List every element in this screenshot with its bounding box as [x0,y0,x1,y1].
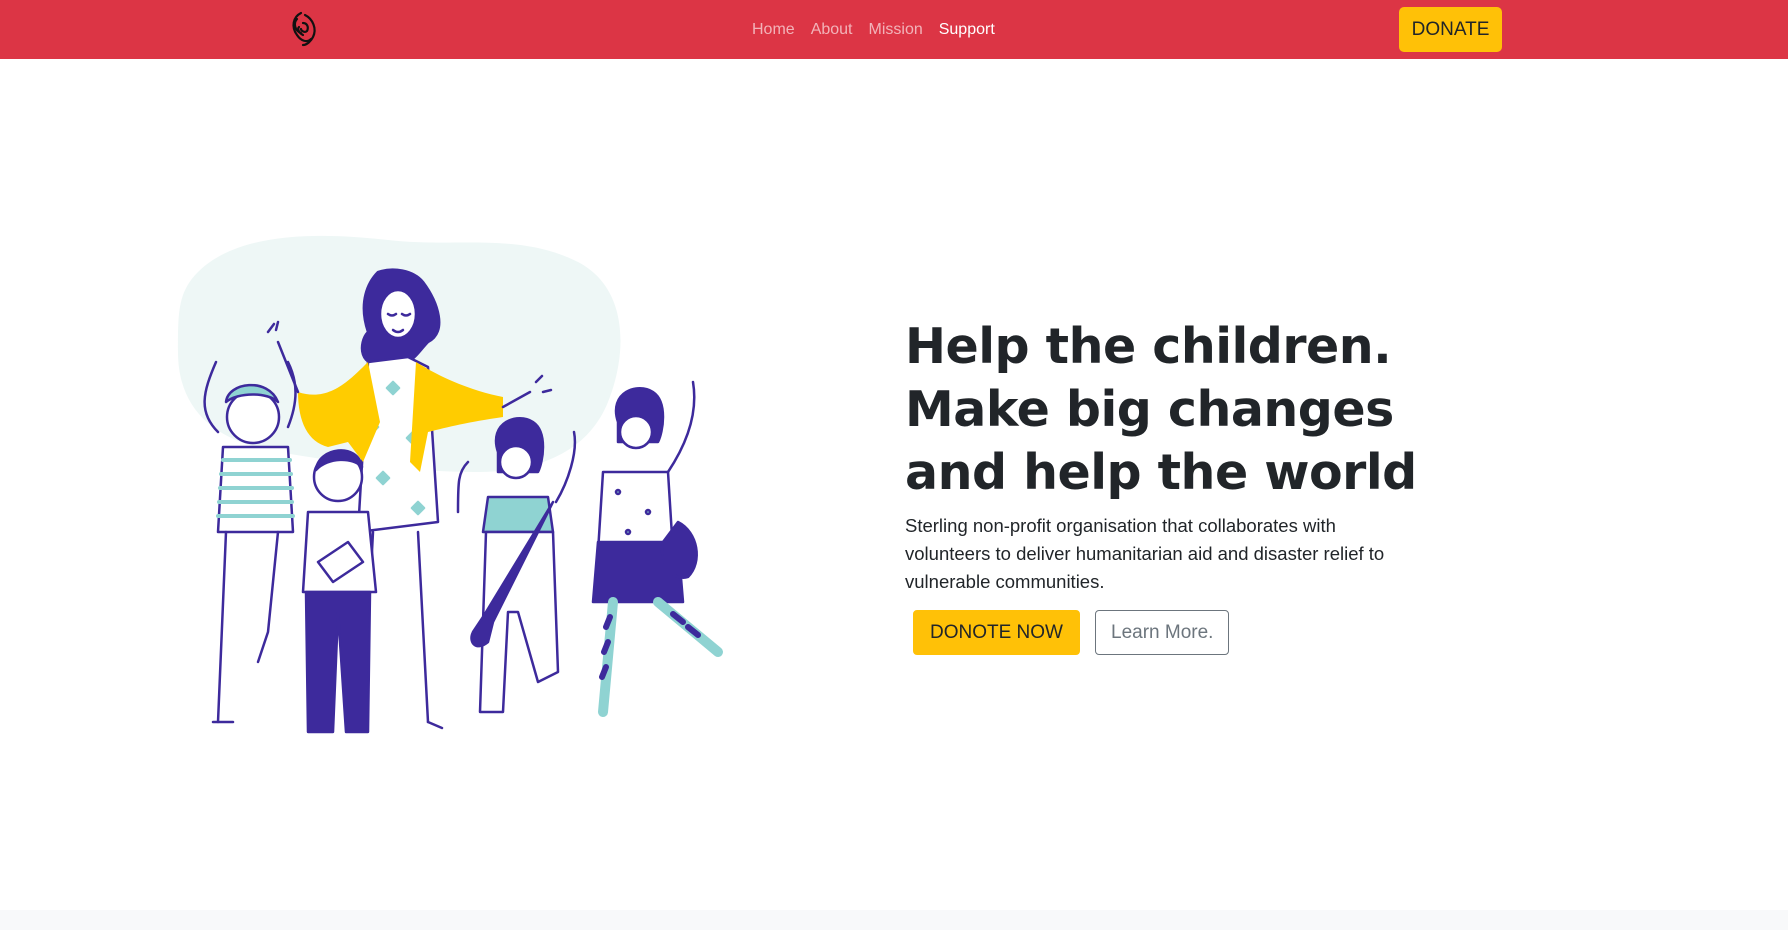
hero-section: Help the children. Make big changes and … [905,315,1417,596]
nav-support-link[interactable]: Support [931,21,1003,39]
hero-title: Help the children. Make big changes and … [905,315,1417,504]
hero-title-line-3: and help the world [905,444,1417,501]
donate-button[interactable]: DONATE [1399,7,1502,52]
hero-actions: DONOTE NOW Learn More. [913,610,1230,655]
footer-strip [0,910,1788,930]
donate-now-button[interactable]: DONOTE NOW [913,610,1080,655]
hero-description: Sterling non-profit organisation that co… [905,515,1385,592]
hands-heart-logo-icon[interactable] [287,9,321,49]
nav-home-link[interactable]: Home [752,21,803,39]
nav-mission-link[interactable]: Mission [861,21,931,39]
hero-title-line-1: Help the children. [905,318,1392,375]
children-celebrating-illustration [178,235,723,734]
hero-title-line-2: Make big changes [905,381,1394,438]
learn-more-button[interactable]: Learn More. [1095,610,1230,655]
navbar: Home About Mission Support DONATE [0,0,1788,59]
nav-about-link[interactable]: About [803,21,861,39]
main-nav: Home About Mission Support [752,0,1003,59]
